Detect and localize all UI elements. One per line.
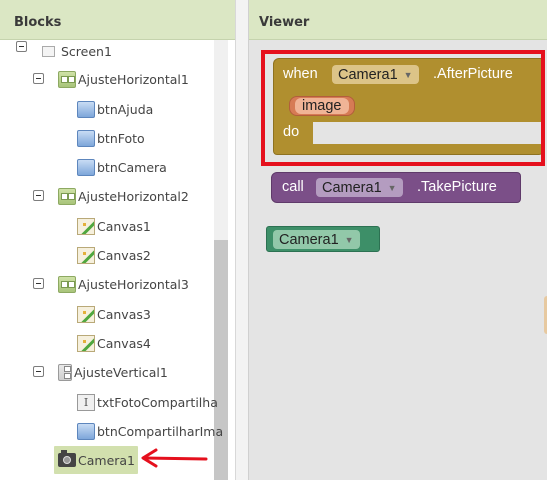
tree-item-btnajuda[interactable]: btnAjuda <box>77 98 153 120</box>
button-icon <box>77 129 95 147</box>
component-dropdown[interactable]: Camera1 ▼ <box>316 178 403 197</box>
tree-item-label: Camera1 <box>78 452 136 468</box>
call-keyword: call <box>282 179 304 195</box>
tree-item-label: btnCompartilharIma <box>97 423 224 439</box>
horizontal-arrangement-icon <box>58 187 76 205</box>
viewer-panel: Viewer when Camera1 ▼ .AfterPicture imag… <box>248 0 547 480</box>
collapse-toggle-icon[interactable] <box>33 73 44 84</box>
method-name: .TakePicture <box>417 179 497 195</box>
tree-item-label: AjusteHorizontal2 <box>78 188 189 204</box>
vertical-arrangement-icon <box>58 363 72 381</box>
tree-item-ajustehorizontal2[interactable]: AjusteHorizontal2 <box>33 185 189 207</box>
horizontal-arrangement-icon <box>58 70 76 88</box>
tree-item-txtfotocompartilha[interactable]: I txtFotoCompartilha <box>77 391 218 413</box>
tree-item-ajustevertical1[interactable]: AjusteVertical1 <box>33 361 168 383</box>
tree-item-screen1[interactable]: Screen1 <box>16 40 112 62</box>
collapse-toggle-icon[interactable] <box>33 366 44 377</box>
canvas-icon <box>77 246 95 264</box>
tree-item-canvas3[interactable]: Canvas3 <box>77 303 151 325</box>
button-icon <box>77 422 95 440</box>
tree-item-label: Canvas1 <box>97 218 151 234</box>
call-block-take-picture[interactable]: call Camera1 ▼ .TakePicture <box>271 172 521 203</box>
canvas-icon <box>77 334 95 352</box>
blocks-panel: Blocks Screen1 AjusteHorizontal1 btnAjud… <box>0 0 236 480</box>
collapse-toggle-icon[interactable] <box>16 41 27 52</box>
dropdown-arrow-icon: ▼ <box>344 235 354 245</box>
tree-item-label: Screen1 <box>61 43 112 59</box>
tree-item-btncamera[interactable]: btnCamera <box>77 156 167 178</box>
tree-item-label: Canvas4 <box>97 335 151 351</box>
dropdown-arrow-icon: ▼ <box>387 183 397 193</box>
tree-item-canvas2[interactable]: Canvas2 <box>77 244 151 266</box>
button-icon <box>77 158 95 176</box>
screen-icon <box>42 45 55 57</box>
tree-item-canvas1[interactable]: Canvas1 <box>77 215 151 237</box>
tree-item-btncompartilharima[interactable]: btnCompartilharIma <box>77 420 223 442</box>
tree-item-label: AjusteHorizontal1 <box>78 71 189 87</box>
scrollbar-track[interactable] <box>214 40 228 240</box>
tree-item-camera1[interactable]: Camera1 <box>54 446 139 474</box>
textbox-icon: I <box>77 393 95 411</box>
collapse-toggle-icon[interactable] <box>33 278 44 289</box>
tree-item-label: Canvas2 <box>97 247 151 263</box>
collapse-toggle-icon[interactable] <box>33 190 44 201</box>
tree-item-label: txtFotoCompartilha <box>97 394 218 410</box>
tree-item-label: Canvas3 <box>97 306 151 322</box>
tree-item-label: btnCamera <box>97 159 167 175</box>
tree-item-btnfoto[interactable]: btnFoto <box>77 127 145 149</box>
component-dropdown[interactable]: Camera1 ▼ <box>273 230 360 249</box>
annotation-arrow-icon <box>141 448 208 468</box>
camera-icon <box>58 450 76 467</box>
tree-item-ajustehorizontal1[interactable]: AjusteHorizontal1 <box>33 68 189 90</box>
component-tree: Screen1 AjusteHorizontal1 btnAjuda btnFo… <box>0 40 236 480</box>
component-block-camera1[interactable]: Camera1 ▼ <box>266 226 380 252</box>
tree-item-label: AjusteHorizontal3 <box>78 276 189 292</box>
tree-item-label: btnAjuda <box>97 101 154 117</box>
scrollbar-thumb[interactable] <box>214 240 228 480</box>
canvas-icon <box>77 305 95 323</box>
annotation-highlight-box <box>261 50 545 166</box>
button-icon <box>77 100 95 118</box>
tree-item-label: AjusteVertical1 <box>74 364 168 380</box>
tree-item-canvas4[interactable]: Canvas4 <box>77 332 151 354</box>
blocks-panel-title: Blocks <box>0 0 235 40</box>
tree-item-ajustehorizontal3[interactable]: AjusteHorizontal3 <box>33 273 189 295</box>
tree-item-label: btnFoto <box>97 130 145 146</box>
blocks-workspace[interactable]: when Camera1 ▼ .AfterPicture image do ca… <box>249 40 547 480</box>
horizontal-arrangement-icon <box>58 275 76 293</box>
canvas-icon <box>77 217 95 235</box>
viewer-panel-title: Viewer <box>249 0 547 40</box>
